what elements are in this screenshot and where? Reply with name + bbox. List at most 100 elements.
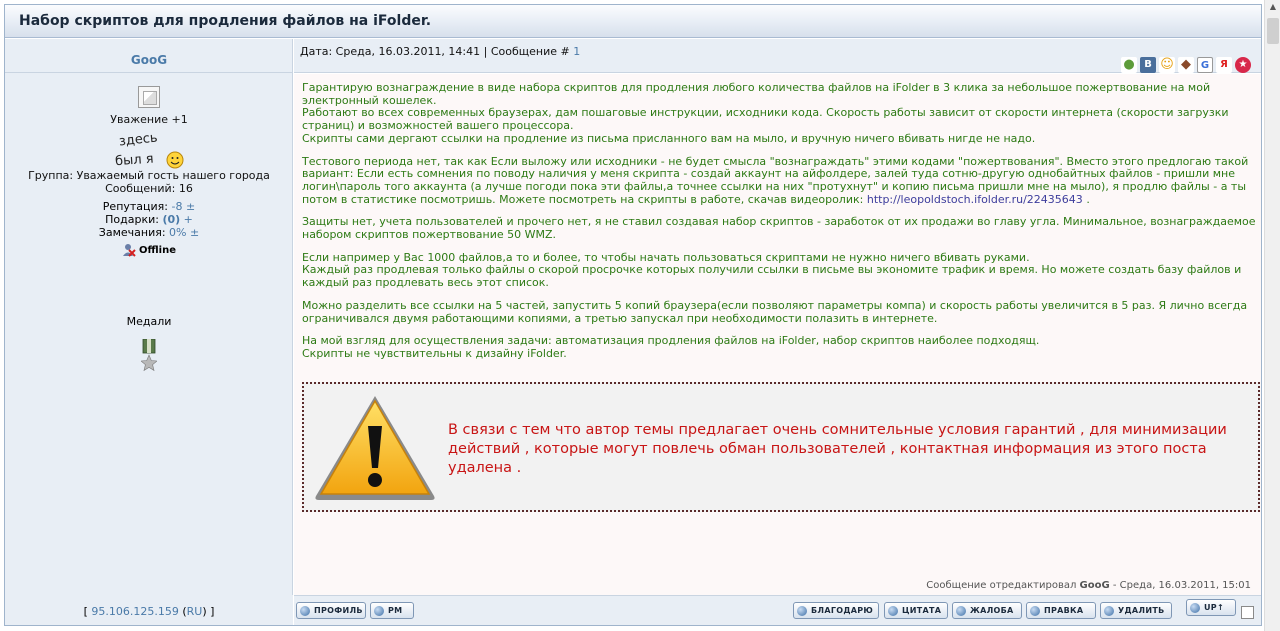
post-count: Сообщений: 16 bbox=[105, 182, 193, 195]
post-line: Скрипты не чувствительны к дизайну iFold… bbox=[302, 346, 567, 360]
post-paragraph: Если например у Вас 1000 файлов,а то и б… bbox=[302, 250, 1262, 290]
scrollbar-thumb[interactable] bbox=[1267, 18, 1279, 44]
post-date: Дата: Среда, 16.03.2011, 14:41 | Сообщен… bbox=[300, 45, 580, 58]
post-paragraph: Защиты нет, учета пользователей и прочег… bbox=[302, 216, 1262, 241]
post-line: Гарантирую вознаграждение в виде набора … bbox=[302, 81, 1211, 107]
ip-text: [ 95.106.125.159 (RU) ] bbox=[5, 605, 293, 618]
post-frame: Набор скриптов для продления файлов на i… bbox=[4, 4, 1262, 626]
reputation-row: Репутация: -8 ± bbox=[5, 200, 293, 213]
edit-note: Сообщение отредактировал GooG - Среда, 1… bbox=[926, 580, 1251, 591]
ip-bracket-open: [ bbox=[83, 605, 88, 618]
gifts-value[interactable]: (0) bbox=[162, 213, 180, 226]
reputation-value[interactable]: -8 bbox=[172, 200, 183, 213]
offline-label: Offline bbox=[139, 244, 176, 256]
select-post-checkbox[interactable] bbox=[1241, 606, 1254, 619]
page-scrollbar[interactable]: ▲ bbox=[1264, 0, 1280, 631]
warnings-label: Замечания: bbox=[98, 226, 166, 239]
video-link-suffix: . bbox=[1086, 192, 1090, 206]
button-bullet-icon bbox=[797, 605, 807, 616]
quote-button-label: ЦИТАТА bbox=[902, 606, 942, 615]
button-bullet-icon bbox=[1190, 602, 1200, 613]
post-paragraph: На мой взгляд для осуществления задачи: … bbox=[302, 334, 1262, 360]
warnings-value[interactable]: 0% bbox=[169, 226, 186, 239]
thank-button-label: БЛАГОДАРЮ bbox=[811, 606, 874, 615]
gifts-row: Подарки: (0) + bbox=[5, 213, 293, 226]
reputation-change-link[interactable]: ± bbox=[186, 200, 195, 213]
moi-mir-icon[interactable]: ● bbox=[1121, 57, 1137, 73]
svg-text:здесь: здесь bbox=[118, 131, 158, 149]
scroll-up-arrow-icon[interactable]: ▲ bbox=[1267, 2, 1279, 14]
scroll-up-button-label: UP↑ bbox=[1204, 603, 1224, 612]
avatar bbox=[138, 86, 160, 108]
pm-button[interactable]: PM bbox=[370, 602, 414, 619]
quote-button[interactable]: ЦИТАТА bbox=[884, 602, 948, 619]
post-line: Можно разделить все ссылки на 5 частей, … bbox=[302, 298, 1248, 325]
delete-button-label: УДАЛИТЬ bbox=[1118, 606, 1165, 615]
warnings-change-link[interactable]: ± bbox=[190, 226, 199, 239]
post-line: Если например у Вас 1000 файлов,а то и б… bbox=[302, 250, 1030, 264]
topic-title-bar: Набор скриптов для продления файлов на i… bbox=[5, 5, 1261, 38]
button-bullet-icon bbox=[374, 605, 384, 616]
post-paragraph: Можно разделить все ссылки на 5 частей, … bbox=[302, 298, 1262, 325]
post-paragraph: Гарантирую вознаграждение в виде набора … bbox=[302, 81, 1262, 146]
author-column: GooG Уважение +1 здесь был я Группа: Ува… bbox=[5, 39, 293, 595]
post-column: Дата: Среда, 16.03.2011, 14:41 | Сообщен… bbox=[294, 39, 1261, 595]
medal-icon bbox=[141, 339, 157, 372]
post-body: Гарантирую вознаграждение в виде набора … bbox=[294, 74, 1261, 595]
thank-button[interactable]: БЛАГОДАРЮ bbox=[793, 602, 879, 619]
edit-button-label: ПРАВКА bbox=[1044, 606, 1084, 615]
edit-note-author: GooG bbox=[1079, 580, 1110, 591]
share-icons: ● В ☺ ◆ G Я ★ bbox=[1121, 57, 1251, 73]
ip-country-link[interactable]: RU bbox=[187, 605, 203, 618]
post-paragraph: Тестового периода нет, так как Если выло… bbox=[302, 154, 1262, 207]
reputation-label: Репутация: bbox=[102, 200, 169, 213]
ip-link[interactable]: 95.106.125.159 bbox=[91, 605, 178, 618]
button-bullet-icon bbox=[956, 605, 966, 616]
google-icon[interactable]: G bbox=[1197, 57, 1213, 73]
profile-button[interactable]: ПРОФИЛЬ bbox=[296, 602, 366, 619]
vkontakte-icon[interactable]: В bbox=[1140, 57, 1156, 73]
warnings-row: Замечания: 0% ± bbox=[5, 226, 293, 239]
medals-label: Медали bbox=[126, 315, 172, 328]
pm-button-label: PM bbox=[388, 606, 403, 615]
warning-icon bbox=[315, 396, 435, 500]
moderator-warning-box: В связи с тем что автор темы предлагает … bbox=[302, 382, 1260, 512]
yandex-icon[interactable]: Я bbox=[1216, 57, 1232, 73]
scroll-up-button[interactable]: UP↑ bbox=[1186, 599, 1236, 616]
edit-note-prefix: Сообщение отредактировал bbox=[926, 580, 1077, 591]
post-line: На мой взгляд для осуществления задачи: … bbox=[302, 334, 1040, 348]
ip-bracket-close: ] bbox=[210, 605, 215, 618]
delete-button[interactable]: УДАЛИТЬ bbox=[1100, 602, 1172, 619]
ip-country-paren-close: ) bbox=[202, 605, 207, 618]
respect-text: Уважение +1 bbox=[110, 113, 188, 126]
odnoklassniki-icon[interactable]: ☺ bbox=[1159, 57, 1175, 73]
post-text: Гарантирую вознаграждение в виде набора … bbox=[302, 81, 1262, 371]
bookmark-star-icon[interactable]: ★ bbox=[1235, 57, 1251, 73]
author-name-row: GooG bbox=[5, 39, 293, 73]
profile-button-label: ПРОФИЛЬ bbox=[314, 606, 363, 615]
post-date-text: Дата: Среда, 16.03.2011, 14:41 | Сообщен… bbox=[300, 45, 570, 58]
offline-user-icon bbox=[123, 244, 136, 257]
edit-note-date: - Среда, 16.03.2011, 15:01 bbox=[1112, 580, 1251, 591]
online-status: Offline bbox=[122, 243, 176, 257]
button-bullet-icon bbox=[888, 605, 898, 616]
user-group: Группа: Уважаемый гость нашего города bbox=[28, 169, 270, 182]
video-link[interactable]: http://leopoldstoch.ifolder.ru/22435643 bbox=[867, 193, 1083, 206]
post-line: Каждый раз продлевая только файлы о скор… bbox=[302, 263, 1242, 290]
complaint-button-label: ЖАЛОБА bbox=[970, 606, 1014, 615]
complaint-button[interactable]: ЖАЛОБА bbox=[952, 602, 1022, 619]
author-name-link[interactable]: GooG bbox=[5, 53, 293, 67]
post-line: Защиты нет, учета пользователей и прочег… bbox=[302, 215, 1256, 242]
gifts-label: Подарки: bbox=[105, 213, 159, 226]
gift-add-link[interactable]: + bbox=[184, 213, 193, 226]
edit-button[interactable]: ПРАВКА bbox=[1026, 602, 1096, 619]
ip-bar: [ 95.106.125.159 (RU) ] bbox=[5, 595, 293, 625]
button-bullet-icon bbox=[1030, 605, 1040, 616]
liveinternet-icon[interactable]: ◆ bbox=[1178, 57, 1194, 73]
moderator-warning-text: В связи с тем что автор темы предлагает … bbox=[448, 422, 1227, 476]
button-bullet-icon bbox=[300, 605, 310, 616]
post-line: Тестового периода нет, так как Если выло… bbox=[302, 154, 1249, 206]
post-header: Дата: Среда, 16.03.2011, 14:41 | Сообщен… bbox=[294, 39, 1261, 73]
post-number-link[interactable]: 1 bbox=[573, 45, 580, 58]
topic-title: Набор скриптов для продления файлов на i… bbox=[19, 13, 432, 29]
